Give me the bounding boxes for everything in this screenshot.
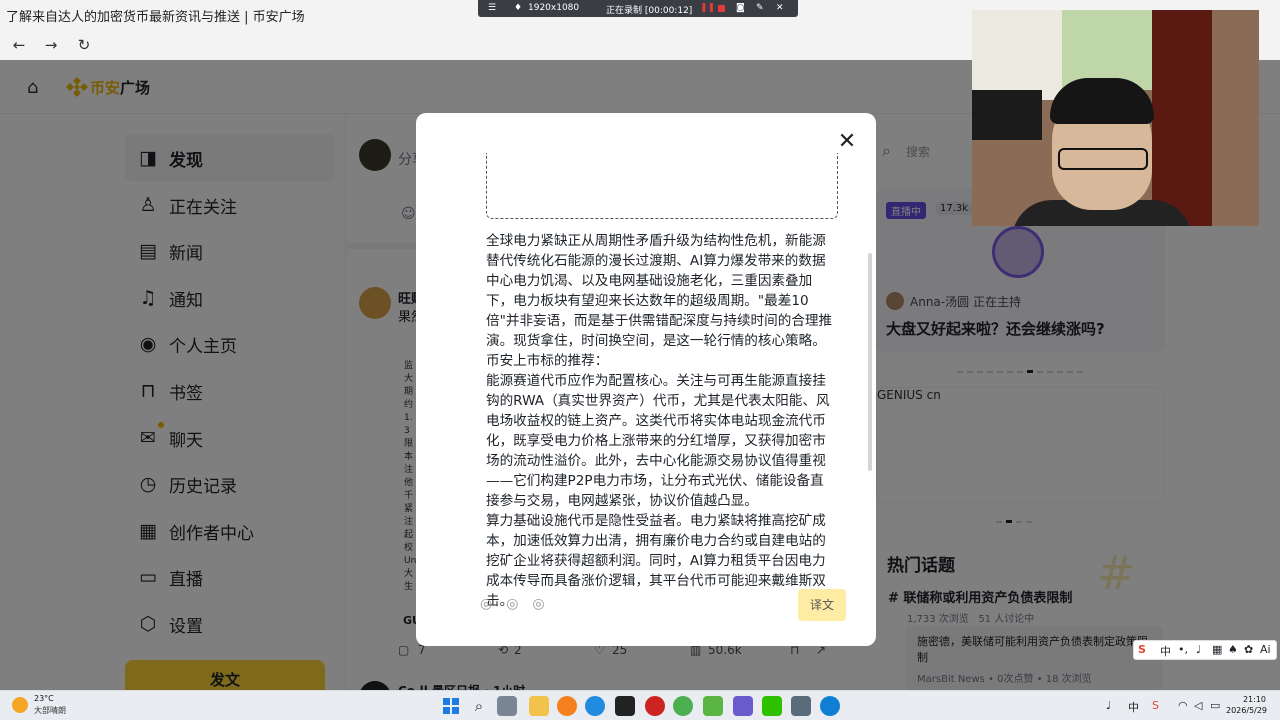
forward-icon[interactable]: → (41, 36, 61, 54)
recording-resolution: 1920x1080 (528, 3, 580, 13)
floating-icons: ◎◎◎ (480, 596, 559, 612)
stop-icon[interactable] (718, 5, 725, 12)
scrollbar[interactable] (868, 253, 872, 471)
reload-icon[interactable]: ↻ (74, 36, 94, 54)
app-icon[interactable] (585, 696, 605, 716)
close-icon[interactable]: ✕ (836, 131, 858, 153)
pause-icon[interactable]: ❚❚ (700, 3, 715, 13)
weather-temp: 23°C (34, 694, 54, 703)
volume-icon[interactable]: ◁ (1194, 699, 1202, 712)
task-view-icon[interactable] (497, 696, 517, 716)
windows-start-icon[interactable] (441, 696, 461, 716)
weather-desc: 大部晴朗 (34, 706, 66, 715)
color-icon[interactable]: ✿ (1244, 643, 1253, 656)
sogou-tray-icon[interactable]: S (1152, 699, 1159, 712)
close-icon[interactable]: ✕ (776, 3, 784, 13)
back-icon[interactable]: ← (9, 36, 29, 54)
webcam-person-glasses (1058, 148, 1148, 170)
translate-button[interactable]: 译文 (798, 589, 846, 621)
ime-punct[interactable]: •, (1178, 643, 1188, 656)
wifi-icon[interactable]: ◠ (1178, 699, 1188, 712)
app-icon[interactable] (791, 696, 811, 716)
ai-icon[interactable]: Ai (1260, 643, 1271, 656)
chrome-icon[interactable] (673, 696, 693, 716)
clock-time: 21:10 (1242, 695, 1266, 704)
quote-box (486, 153, 838, 219)
article-body: 全球电力紧缺正从周期性矛盾升级为结构性危机，新能源替代传统化石能源的漫长过渡期、… (486, 233, 833, 609)
article-modal: ✕ 全球电力紧缺正从周期性矛盾升级为结构性危机，新能源替代传统化石能源的漫长过渡… (416, 113, 876, 646)
clock-date: 2026/5/29 (1226, 706, 1268, 715)
webcam-person-hair (1050, 78, 1154, 124)
clock[interactable]: 21:10 2026/5/29 (1226, 694, 1268, 716)
camera-icon[interactable]: ◙ (736, 3, 745, 13)
tray-lang[interactable]: 中 (1128, 699, 1139, 715)
search-icon[interactable]: ⌕ (469, 696, 489, 716)
app-icon[interactable] (733, 696, 753, 716)
webcam-overlay (972, 10, 1259, 226)
app-icon[interactable] (703, 696, 723, 716)
clothes-icon[interactable]: ♠ (1228, 643, 1238, 656)
ime-toolbar[interactable]: S 中 •, ♩ ▦ ♠ ✿ Ai (1133, 640, 1277, 660)
weather-icon[interactable] (12, 697, 28, 713)
file-explorer-icon[interactable] (529, 696, 549, 716)
mic-icon[interactable]: ♦ (514, 3, 522, 13)
recording-toolbar: ☰ ♦ 1920x1080 正在录制 [00:00:12] ❚❚ ◙ ✎ ✕ (478, 0, 798, 17)
mic-icon[interactable]: ♩ (1196, 643, 1201, 656)
taskbar: 23°C 大部晴朗 ⌕ ♩ 中 S ◠ ◁ ▭ 21:10 2026/5/29 (0, 690, 1280, 720)
pen-icon[interactable]: ✎ (756, 3, 764, 13)
battery-icon[interactable]: ▭ (1210, 699, 1220, 712)
webcam-door (1152, 10, 1212, 226)
menu-icon[interactable]: ☰ (488, 3, 496, 13)
wechat-icon[interactable] (762, 696, 782, 716)
recording-status: 正在录制 [00:00:12] (606, 6, 693, 16)
binance-app-icon[interactable] (615, 696, 635, 716)
record-app-icon[interactable] (645, 696, 665, 716)
webcam-tv (972, 90, 1042, 140)
tab-title: 了解来自达人的加密货币最新资讯与推送 | 币安广场 (6, 10, 305, 25)
edge-icon[interactable] (820, 696, 840, 716)
app-icon[interactable] (557, 696, 577, 716)
mic-tray-icon[interactable]: ♩ (1106, 699, 1111, 712)
keyboard-icon[interactable]: ▦ (1212, 643, 1222, 656)
sogou-icon[interactable]: S (1138, 643, 1146, 656)
ime-lang[interactable]: 中 (1160, 643, 1171, 659)
